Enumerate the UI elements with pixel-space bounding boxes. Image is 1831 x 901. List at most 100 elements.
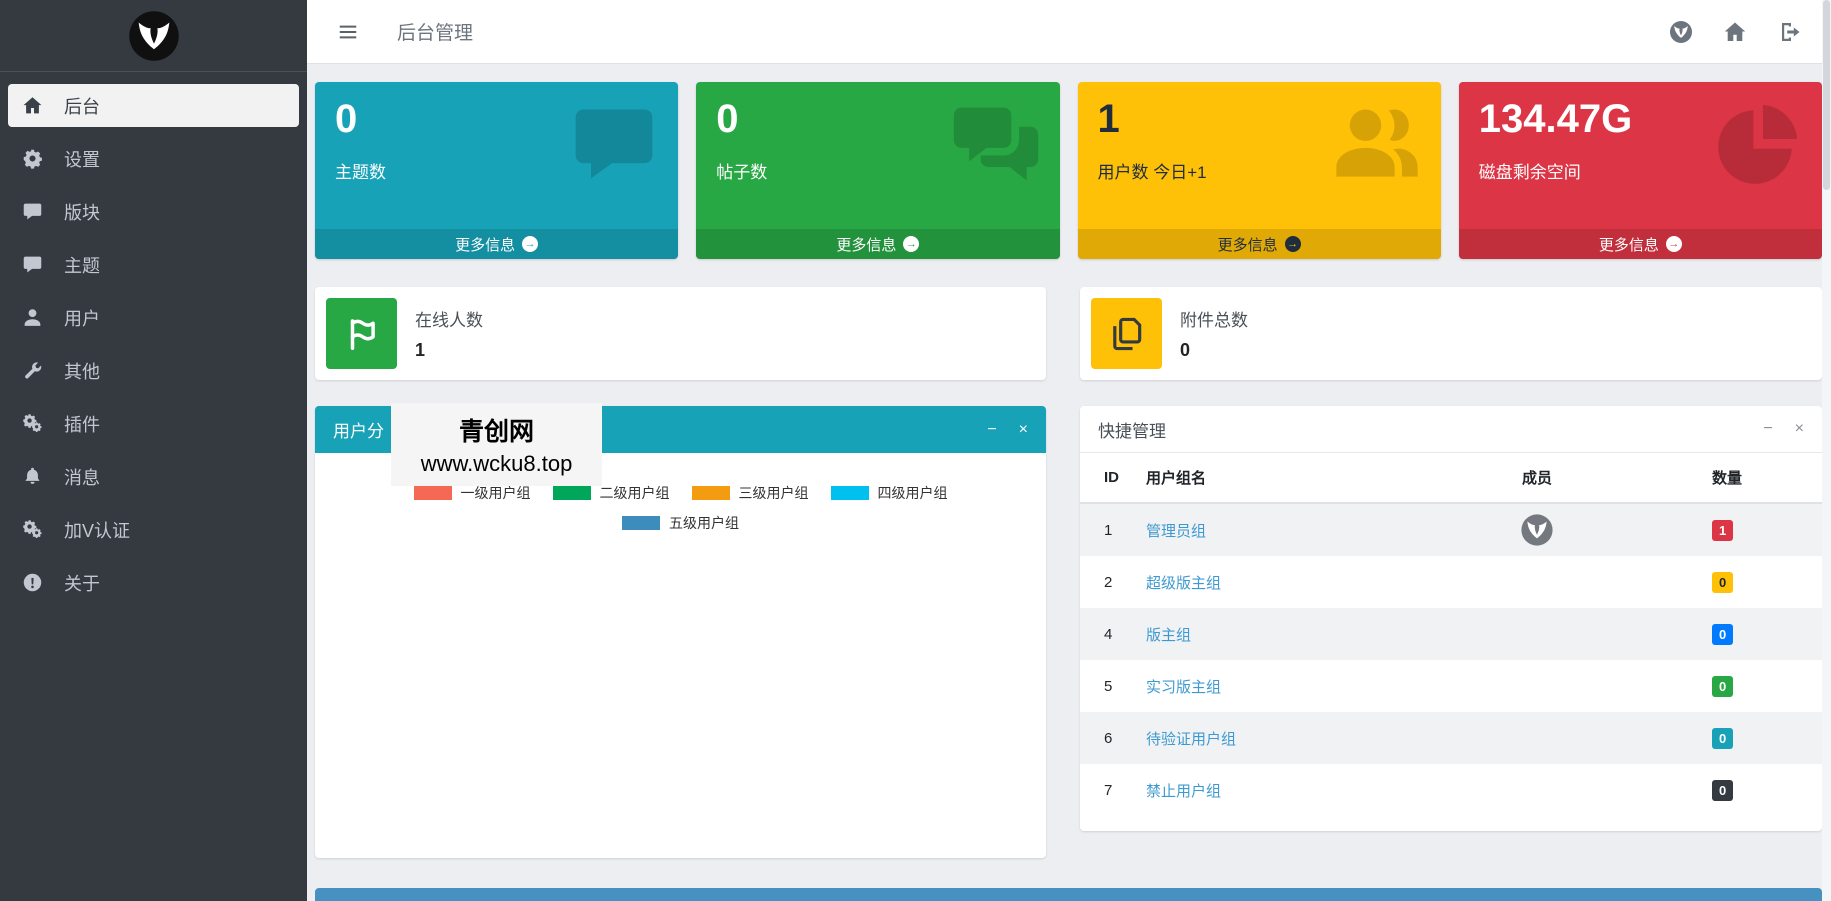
user-icon bbox=[22, 307, 52, 328]
group-id: 4 bbox=[1080, 608, 1136, 660]
stat-cards-row: 0 主题数 更多信息 → 0 帖子数 bbox=[315, 82, 1822, 259]
sidebar-item-users[interactable]: 用户 bbox=[8, 296, 299, 339]
group-name-link[interactable]: 禁止用户组 bbox=[1146, 783, 1221, 800]
menu-toggle-button[interactable] bbox=[337, 21, 359, 43]
more-info-link[interactable]: 更多信息 → bbox=[315, 229, 678, 259]
sidebar-item-label: 用户 bbox=[64, 305, 100, 331]
sidebar-item-other[interactable]: 其他 bbox=[8, 349, 299, 392]
sidebar-item-label: 消息 bbox=[64, 464, 100, 490]
minimize-icon[interactable]: − bbox=[987, 422, 996, 438]
group-id: 1 bbox=[1080, 503, 1136, 556]
arrow-circle-icon: → bbox=[1666, 236, 1682, 252]
comment-icon bbox=[22, 254, 52, 275]
close-icon[interactable]: × bbox=[1795, 421, 1804, 437]
group-name-link[interactable]: 版主组 bbox=[1146, 627, 1191, 644]
table-row: 5 实习版主组 0 bbox=[1080, 660, 1822, 712]
scrollbar-thumb[interactable] bbox=[1823, 0, 1830, 190]
count-badge: 0 bbox=[1712, 728, 1733, 749]
stat-card-body: 1 用户数 今日+1 bbox=[1078, 82, 1441, 229]
group-name-link[interactable]: 管理员组 bbox=[1146, 523, 1206, 540]
sidebar-item-label: 版块 bbox=[64, 199, 100, 225]
legend-item[interactable]: 五级用户组 bbox=[622, 513, 739, 533]
legend-item[interactable]: 三级用户组 bbox=[692, 483, 809, 503]
more-info-label: 更多信息 bbox=[1599, 234, 1659, 255]
stat-card-body: 0 帖子数 bbox=[696, 82, 1059, 229]
stat-card-posts: 0 帖子数 更多信息 → bbox=[696, 82, 1059, 259]
table-row: 2 超级版主组 0 bbox=[1080, 556, 1822, 608]
member-avatar[interactable] bbox=[1520, 513, 1554, 547]
legend-item[interactable]: 四级用户组 bbox=[831, 483, 948, 503]
info-box-value: 1 bbox=[415, 340, 483, 361]
group-name-link[interactable]: 待验证用户组 bbox=[1146, 731, 1236, 748]
count-badge: 0 bbox=[1712, 624, 1733, 645]
quick-management-panel: 快捷管理 − × ID 用户组名 成员 数量 bbox=[1080, 406, 1822, 831]
arrow-circle-icon: → bbox=[1285, 236, 1301, 252]
info-box-label: 在线人数 bbox=[415, 306, 483, 331]
count-badge: 0 bbox=[1712, 676, 1733, 697]
scrollbar[interactable] bbox=[1822, 0, 1831, 901]
brand-bull-logo-icon bbox=[127, 9, 181, 63]
count-badge: 0 bbox=[1712, 572, 1733, 593]
gear-icon bbox=[22, 148, 52, 169]
legend-item[interactable]: 一级用户组 bbox=[414, 483, 531, 503]
sidebar-item-plugins[interactable]: 插件 bbox=[8, 402, 299, 445]
info-box-text: 在线人数 1 bbox=[415, 298, 483, 369]
legend-label: 五级用户组 bbox=[669, 513, 739, 533]
copy-icon bbox=[1091, 298, 1162, 369]
sidebar-item-verification[interactable]: 加V认证 bbox=[8, 508, 299, 551]
legend-swatch bbox=[831, 486, 869, 500]
more-info-label: 更多信息 bbox=[455, 234, 515, 255]
sidebar-item-messages[interactable]: 消息 bbox=[8, 455, 299, 498]
page-title: 后台管理 bbox=[397, 18, 473, 45]
sidebar-item-about[interactable]: 关于 bbox=[8, 561, 299, 604]
sidebar-item-forums[interactable]: 版块 bbox=[8, 190, 299, 233]
stat-card-topics: 0 主题数 更多信息 → bbox=[315, 82, 678, 259]
cogs-icon bbox=[22, 413, 52, 434]
stat-card-disk: 134.47G 磁盘剩余空间 更多信息 → bbox=[1459, 82, 1822, 259]
watermark-overlay: 青创网 www.wcku8.top bbox=[391, 403, 602, 486]
info-boxes-row: 在线人数 1 附件总数 0 bbox=[315, 287, 1822, 380]
close-icon[interactable]: × bbox=[1019, 422, 1028, 438]
more-info-link[interactable]: 更多信息 → bbox=[1459, 229, 1822, 259]
sidebar-item-dashboard[interactable]: 后台 bbox=[8, 84, 299, 127]
legend-item[interactable]: 二级用户组 bbox=[553, 483, 670, 503]
sidebar-item-topics[interactable]: 主题 bbox=[8, 243, 299, 286]
stat-card-body: 134.47G 磁盘剩余空间 bbox=[1459, 82, 1822, 229]
sidebar-item-label: 主题 bbox=[64, 252, 100, 278]
group-name-link[interactable]: 超级版主组 bbox=[1146, 575, 1221, 592]
info-circle-icon bbox=[22, 572, 52, 593]
group-id: 5 bbox=[1080, 660, 1136, 712]
legend-label: 三级用户组 bbox=[739, 483, 809, 503]
minimize-icon[interactable]: − bbox=[1763, 421, 1772, 437]
sidebar: 后台 设置 版块 主题 用户 其他 bbox=[0, 0, 307, 901]
legend-label: 二级用户组 bbox=[600, 483, 670, 503]
home-icon[interactable] bbox=[1723, 20, 1747, 44]
table-row: 1 管理员组 1 bbox=[1080, 503, 1822, 556]
sidebar-item-label: 插件 bbox=[64, 411, 100, 437]
panel-tools: − × bbox=[987, 422, 1028, 438]
group-id: 2 bbox=[1080, 556, 1136, 608]
more-info-label: 更多信息 bbox=[1218, 234, 1278, 255]
legend-swatch bbox=[622, 516, 660, 530]
more-info-link[interactable]: 更多信息 → bbox=[696, 229, 1059, 259]
pie-chart-icon bbox=[1712, 98, 1804, 195]
column-header-id: ID bbox=[1080, 453, 1136, 503]
sidebar-item-label: 关于 bbox=[64, 570, 100, 596]
legend-label: 四级用户组 bbox=[878, 483, 948, 503]
sidebar-item-label: 加V认证 bbox=[64, 517, 130, 543]
more-info-link[interactable]: 更多信息 → bbox=[1078, 229, 1441, 259]
info-box-attachments: 附件总数 0 bbox=[1080, 287, 1822, 380]
chart-legend-row: 一级用户组 二级用户组 三级用户组 bbox=[327, 483, 1034, 503]
comment-icon bbox=[22, 201, 52, 222]
group-name-link[interactable]: 实习版主组 bbox=[1146, 679, 1221, 696]
sign-out-icon[interactable] bbox=[1777, 20, 1801, 44]
panel-tools: − × bbox=[1763, 421, 1804, 437]
legend-swatch bbox=[414, 486, 452, 500]
brand-bull-icon[interactable] bbox=[1669, 20, 1693, 44]
stat-card-users: 1 用户数 今日+1 更多信息 → bbox=[1078, 82, 1441, 259]
sidebar-item-settings[interactable]: 设置 bbox=[8, 137, 299, 180]
legend-swatch bbox=[553, 486, 591, 500]
sidebar-brand[interactable] bbox=[0, 0, 307, 72]
table-row: 4 版主组 0 bbox=[1080, 608, 1822, 660]
count-badge: 0 bbox=[1712, 780, 1733, 801]
